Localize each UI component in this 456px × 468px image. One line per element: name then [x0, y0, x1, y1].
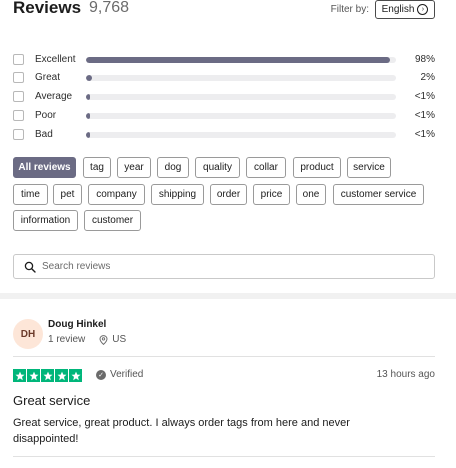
- avatar[interactable]: DH: [13, 319, 43, 349]
- tag-button[interactable]: shipping: [151, 184, 204, 205]
- search-icon: [24, 261, 36, 273]
- rating-label: Bad: [35, 129, 53, 140]
- rating-row-excellent[interactable]: Excellent 98%: [13, 54, 435, 66]
- rating-bar-fill: [86, 57, 390, 63]
- tag-all-reviews[interactable]: All reviews: [13, 157, 76, 178]
- rating-checkbox[interactable]: [13, 129, 24, 140]
- search-input[interactable]: [42, 258, 422, 275]
- tag-button[interactable]: price: [253, 184, 290, 205]
- rating-row-poor[interactable]: Poor <1%: [13, 110, 435, 122]
- reviewer-country: US: [112, 334, 127, 345]
- reviewer-review-count: 1 review: [48, 334, 86, 345]
- tag-button[interactable]: service: [347, 157, 391, 178]
- reviewer-meta: 1 review US: [48, 334, 126, 345]
- reviews-count: 9,768: [89, 0, 130, 16]
- review-bottom-separator: [13, 456, 435, 457]
- review-separator: [13, 356, 435, 357]
- rating-percent: <1%: [414, 91, 435, 102]
- star-icon: [55, 369, 68, 382]
- location-pin-icon: [99, 334, 108, 345]
- rating-checkbox[interactable]: [13, 54, 24, 65]
- reviews-title: Reviews: [13, 0, 82, 17]
- language-label: English: [381, 4, 415, 15]
- rating-row-great[interactable]: Great 2%: [13, 72, 435, 84]
- star-icon: [41, 369, 54, 382]
- star-icon: [69, 369, 82, 382]
- tag-button[interactable]: customer service: [333, 184, 424, 205]
- rating-bar-track: [86, 75, 396, 81]
- verified-label: Verified: [110, 369, 144, 380]
- rating-bar-fill: [86, 132, 90, 138]
- tag-button[interactable]: year: [117, 157, 151, 178]
- star-rating: [13, 369, 82, 382]
- rating-bar-track: [86, 94, 396, 100]
- rating-bar-fill: [86, 113, 90, 119]
- tag-button[interactable]: collar: [246, 157, 286, 178]
- tag-button[interactable]: product: [293, 157, 341, 178]
- rating-bar-fill: [86, 94, 90, 100]
- rating-row-average[interactable]: Average <1%: [13, 91, 435, 103]
- search-reviews-box[interactable]: [13, 254, 435, 279]
- tag-button[interactable]: dog: [157, 157, 189, 178]
- rating-checkbox[interactable]: [13, 110, 24, 121]
- rating-label: Excellent: [35, 54, 76, 65]
- tag-button[interactable]: time: [13, 184, 48, 205]
- tag-button[interactable]: one: [296, 184, 326, 205]
- tag-button[interactable]: company: [88, 184, 145, 205]
- rating-percent: 2%: [420, 72, 435, 83]
- review-title[interactable]: Great service: [13, 393, 90, 408]
- reviews-header: Reviews 9,768 Filter by: English ›: [13, 0, 435, 22]
- star-icon: [13, 369, 26, 382]
- rating-checkbox[interactable]: [13, 91, 24, 102]
- tag-button[interactable]: information: [13, 210, 78, 231]
- chevron-right-icon: ›: [417, 4, 429, 15]
- rating-percent: <1%: [414, 110, 435, 121]
- rating-label: Average: [35, 91, 73, 102]
- rating-bar-track: [86, 57, 396, 63]
- language-filter-button[interactable]: English ›: [375, 0, 435, 19]
- review-time: 13 hours ago: [376, 369, 435, 380]
- filter-label: Filter by:: [330, 4, 369, 15]
- tag-button[interactable]: customer: [84, 210, 141, 231]
- rating-bar-track: [86, 113, 396, 119]
- star-icon: [27, 369, 40, 382]
- review-body: Great service, great product. I always o…: [13, 417, 350, 445]
- tag-button[interactable]: pet: [53, 184, 82, 205]
- tag-button[interactable]: order: [210, 184, 247, 205]
- verified-badge[interactable]: ✓ Verified: [96, 369, 143, 380]
- rating-bar-fill: [86, 75, 93, 81]
- rating-label: Poor: [35, 110, 57, 121]
- rating-row-bad[interactable]: Bad <1%: [13, 129, 435, 141]
- tag-button[interactable]: tag: [83, 157, 111, 178]
- section-divider: [0, 293, 456, 299]
- rating-checkbox[interactable]: [13, 72, 24, 83]
- rating-label: Great: [35, 72, 61, 83]
- tag-button[interactable]: quality: [195, 157, 240, 178]
- reviewer-name[interactable]: Doug Hinkel: [48, 319, 106, 330]
- checkmark-icon: ✓: [96, 369, 106, 380]
- rating-bar-track: [86, 132, 396, 138]
- rating-percent: <1%: [414, 129, 435, 140]
- rating-percent: 98%: [414, 54, 435, 65]
